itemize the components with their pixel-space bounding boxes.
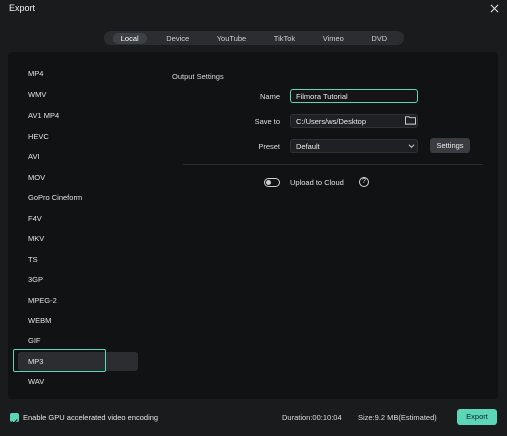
format-item-mkv[interactable]: MKV	[28, 230, 44, 248]
preset-label: Preset	[258, 142, 280, 151]
save-to-label: Save to	[254, 117, 280, 126]
checkmark-icon	[11, 419, 18, 425]
toggle-knob	[266, 180, 271, 185]
format-item-3gp[interactable]: 3GP	[28, 271, 43, 289]
format-item-wmv[interactable]: WMV	[28, 86, 46, 104]
format-item-webm[interactable]: WEBM	[28, 312, 51, 330]
format-item-ts[interactable]: TS	[28, 251, 38, 269]
format-item-mov[interactable]: MOV	[28, 169, 45, 187]
format-item-mp4[interactable]: MP4	[28, 65, 43, 83]
size-readout: Size:9.2 MB(Estimated)	[358, 413, 437, 422]
format-item-gopro-cineform[interactable]: GoPro Cineform	[28, 189, 82, 207]
divider	[183, 164, 483, 165]
preset-select[interactable]: Default	[290, 139, 418, 153]
format-item-hevc[interactable]: HEVC	[28, 128, 49, 146]
export-button[interactable]: Export	[457, 409, 497, 425]
save-to-field[interactable]: C:/Users/ws/Desktop	[290, 114, 418, 128]
export-destination-tabs: Local Device YouTube TikTok Vimeo DVD	[104, 31, 404, 45]
format-item-wav[interactable]: WAV	[28, 373, 44, 391]
tab-device[interactable]: Device	[158, 33, 197, 44]
upload-to-cloud-toggle[interactable]	[264, 178, 280, 187]
footer-bar: Enable GPU accelerated video encoding Du…	[0, 400, 507, 436]
folder-icon[interactable]	[405, 115, 416, 125]
format-selected-outline	[13, 349, 106, 372]
help-icon[interactable]: ?	[359, 177, 369, 187]
format-item-mpeg-2[interactable]: MPEG-2	[28, 292, 57, 310]
duration-readout: Duration:00:10:04	[282, 413, 342, 422]
name-field[interactable]: Filmora Tutorial	[290, 89, 418, 103]
tab-local[interactable]: Local	[112, 32, 147, 44]
format-item-gif[interactable]: GIF	[28, 332, 41, 350]
format-item-mp3[interactable]: MP3	[28, 353, 43, 371]
tab-vimeo[interactable]: Vimeo	[315, 33, 352, 44]
upload-to-cloud-label: Upload to Cloud	[290, 178, 344, 187]
name-label: Name	[259, 92, 280, 101]
format-item-avi[interactable]: AVI	[28, 148, 40, 166]
tab-dvd[interactable]: DVD	[363, 33, 395, 44]
format-item-f4v[interactable]: F4V	[28, 210, 42, 228]
chevron-down-icon[interactable]	[408, 143, 415, 149]
close-icon[interactable]	[487, 1, 501, 15]
preset-settings-button[interactable]: Settings	[430, 138, 470, 153]
tab-tiktok[interactable]: TikTok	[266, 33, 303, 44]
gpu-label: Enable GPU accelerated video encoding	[23, 413, 159, 422]
export-panel: MP4 WMV AV1 MP4 HEVC AVI MOV GoPro Cinef…	[8, 52, 498, 399]
output-settings-heading: Output Settings	[172, 72, 224, 81]
format-item-av1-mp4[interactable]: AV1 MP4	[28, 107, 59, 125]
gpu-checkbox[interactable]	[10, 413, 19, 425]
format-list: MP4 WMV AV1 MP4 HEVC AVI MOV GoPro Cinef…	[8, 52, 147, 399]
window-title: Export	[9, 3, 36, 13]
title-bar: Export	[0, 0, 507, 28]
tab-youtube[interactable]: YouTube	[209, 33, 254, 44]
